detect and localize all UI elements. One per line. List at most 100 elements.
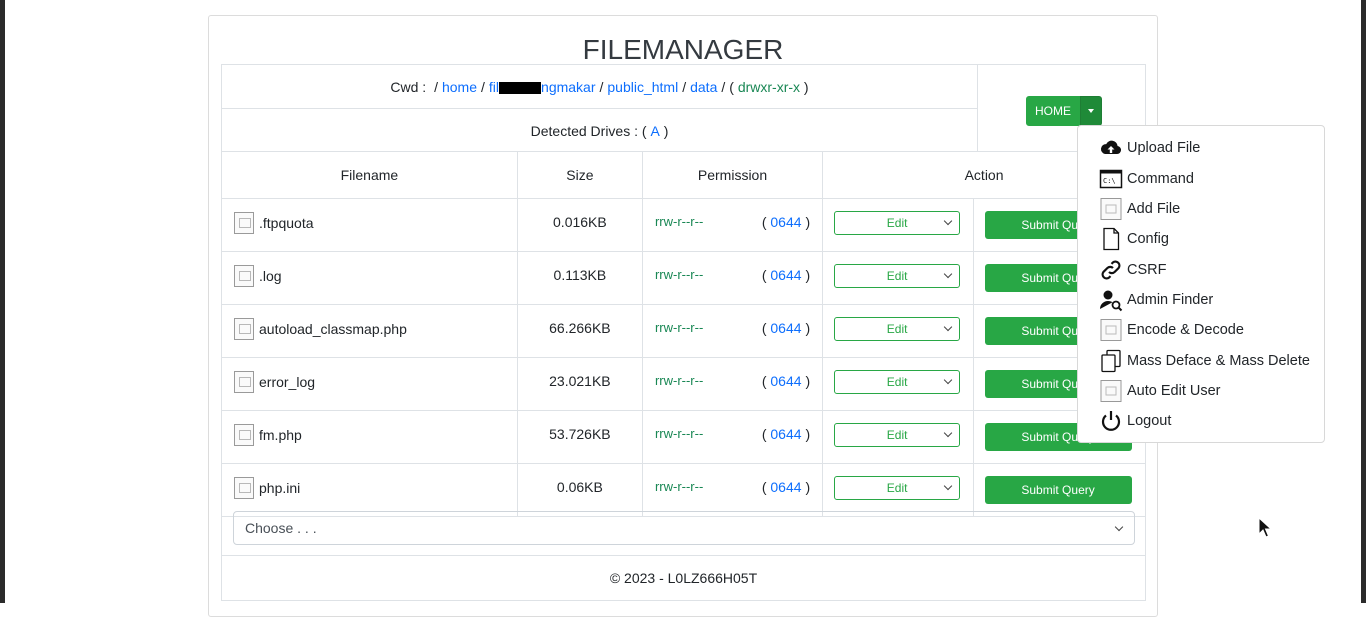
file-image-icon xyxy=(234,318,254,340)
header-size: Size xyxy=(516,151,643,199)
home-button[interactable]: HOME xyxy=(1026,96,1080,126)
octal-link[interactable]: 0644 xyxy=(770,426,801,442)
chevron-down-icon xyxy=(1114,522,1124,532)
chevron-down-icon xyxy=(943,216,953,226)
bulk-action-select[interactable]: Choose . . . xyxy=(233,511,1135,545)
octal-link[interactable]: 0644 xyxy=(770,373,801,389)
octal-wrap: ( 0644 ) xyxy=(762,267,810,283)
file-image-icon xyxy=(234,477,254,499)
action-select-value: Edit xyxy=(886,322,908,336)
size-text: 0.113KB xyxy=(553,267,607,283)
drives-open: ( xyxy=(641,122,647,139)
action-select[interactable]: Edit xyxy=(834,476,961,500)
octal-link[interactable]: 0644 xyxy=(770,267,801,283)
menu-item-add-file[interactable]: Add File xyxy=(1099,197,1180,221)
table-row: autoload_classmap.php 66.266KB rrw-r--r-- (… xyxy=(221,304,1147,358)
menu-item-label: Command xyxy=(1127,171,1194,187)
menu-item-mass-deface[interactable]: Mass Deface & Mass Delete xyxy=(1099,349,1310,373)
octal-link[interactable]: 0644 xyxy=(770,479,801,495)
octal-wrap: ( 0644 ) xyxy=(762,426,810,442)
bulk-action-placeholder: Choose . . . xyxy=(245,520,317,536)
file-link[interactable]: php.ini xyxy=(223,465,516,499)
dir-perm-open: ( xyxy=(729,78,734,95)
octal-wrap: ( 0644 ) xyxy=(762,373,810,389)
paren-close: ) xyxy=(805,373,811,389)
size-text: 66.266KB xyxy=(549,320,611,336)
file-link[interactable]: .ftpquota xyxy=(223,200,516,234)
table-row: error_log 23.021KB rrw-r--r--( 0644 ) Edit S… xyxy=(221,357,1147,411)
size-text: 53.726KB xyxy=(549,426,611,442)
header-permission: Permission xyxy=(641,151,824,199)
filename-text: php.ini xyxy=(259,480,301,496)
size-cell: 66.266KB xyxy=(516,304,643,358)
file-link[interactable]: autoload_classmap.php xyxy=(223,306,516,340)
filename-text: .log xyxy=(259,268,282,284)
menu-item-logout[interactable]: Logout xyxy=(1099,409,1171,433)
menu-item-label: Mass Deface & Mass Delete xyxy=(1127,353,1310,369)
size-cell: 53.726KB xyxy=(516,410,643,464)
menu-item-csrf[interactable]: CSRF xyxy=(1099,258,1166,282)
menu-item-command[interactable]: C:\ Command xyxy=(1099,167,1194,191)
dir-permission: drwxr-xr-x xyxy=(737,78,801,95)
paren-open: ( xyxy=(761,426,767,442)
page-title: FILEMANAGER xyxy=(582,34,784,65)
footer: © 2023 - L0LZ666H05T xyxy=(221,556,1146,601)
paren-open: ( xyxy=(761,267,767,283)
octal-link[interactable]: 0644 xyxy=(770,320,801,336)
table-row: fm.php 53.726KB rrw-r--r--( 0644 ) Edit Subm… xyxy=(221,410,1147,464)
permission-cell: rrw-r--r-- ( 0644 ) xyxy=(641,198,824,252)
menu-item-config[interactable]: Config xyxy=(1099,227,1169,251)
permission-text: rrw-r--r-- xyxy=(654,214,704,229)
table-row: .log 0.113KB rrw-r--r--( 0644 ) Edit Submit … xyxy=(221,251,1147,305)
redaction-bar xyxy=(499,81,542,94)
paren-open: ( xyxy=(761,479,767,495)
size-cell: 0.113KB xyxy=(516,251,643,305)
home-dropdown-toggle[interactable] xyxy=(1080,96,1102,126)
permission-cell: rrw-r--r-- ( 0644 ) xyxy=(641,357,824,411)
path-separator: / xyxy=(481,78,485,95)
action-select-cell: Edit xyxy=(822,198,974,252)
action-select-value: Edit xyxy=(886,375,908,389)
size-cell: 0.016KB xyxy=(516,198,643,252)
home-button-group: HOME xyxy=(1026,96,1102,126)
menu-item-auto-edit-user[interactable]: Auto Edit User xyxy=(1099,379,1221,403)
svg-text:C:\: C:\ xyxy=(1103,177,1116,185)
chevron-down-icon xyxy=(943,481,953,491)
menu-item-label: Encode & Decode xyxy=(1127,322,1244,338)
paren-open: ( xyxy=(761,214,767,230)
path-user-start: fil xyxy=(488,78,500,95)
menu-item-encode-decode[interactable]: Encode & Decode xyxy=(1099,318,1244,342)
action-select[interactable]: Edit xyxy=(834,370,961,394)
path-user-link[interactable]: fil ngmakar xyxy=(489,79,596,95)
action-select[interactable]: Edit xyxy=(834,317,961,341)
octal-wrap: ( 0644 ) xyxy=(762,479,810,495)
size-text: 23.021KB xyxy=(549,373,611,389)
action-select[interactable]: Edit xyxy=(834,264,961,288)
path-home-link[interactable]: home xyxy=(442,79,477,95)
path-separator: / xyxy=(721,78,726,95)
drive-a-link[interactable]: A xyxy=(650,123,659,139)
copy-icon xyxy=(1101,349,1121,373)
action-select[interactable]: Edit xyxy=(834,423,961,447)
permission-cell: rrw-r--r-- ( 0644 ) xyxy=(641,251,824,305)
file-link[interactable]: error_log xyxy=(223,359,516,393)
size-text: 0.016KB xyxy=(553,214,607,230)
file-link[interactable]: fm.php xyxy=(223,412,516,446)
paren-close: ) xyxy=(805,479,811,495)
permission-text: rrw-r--r-- xyxy=(654,373,704,388)
menu-item-admin-finder[interactable]: Admin Finder xyxy=(1099,288,1213,312)
filename-cell: error_log xyxy=(221,357,518,411)
path-public-html-link[interactable]: public_html xyxy=(607,79,678,95)
octal-link[interactable]: 0644 xyxy=(770,214,801,230)
menu-item-upload-file[interactable]: Upload File xyxy=(1099,136,1200,160)
file-image-icon xyxy=(234,265,254,287)
action-select[interactable]: Edit xyxy=(834,211,961,235)
permission-cell: rrw-r--r-- ( 0644 ) xyxy=(641,410,824,464)
file-link[interactable]: .log xyxy=(223,253,516,287)
terminal-icon: C:\ xyxy=(1099,169,1123,189)
file-image-icon xyxy=(234,212,254,234)
path-data-link[interactable]: data xyxy=(690,79,717,95)
filemanager-panel: FILEMANAGER Cwd : / home / fil ngmakar / … xyxy=(208,15,1158,617)
link-icon xyxy=(1101,260,1121,280)
menu-item-label: CSRF xyxy=(1127,262,1167,278)
